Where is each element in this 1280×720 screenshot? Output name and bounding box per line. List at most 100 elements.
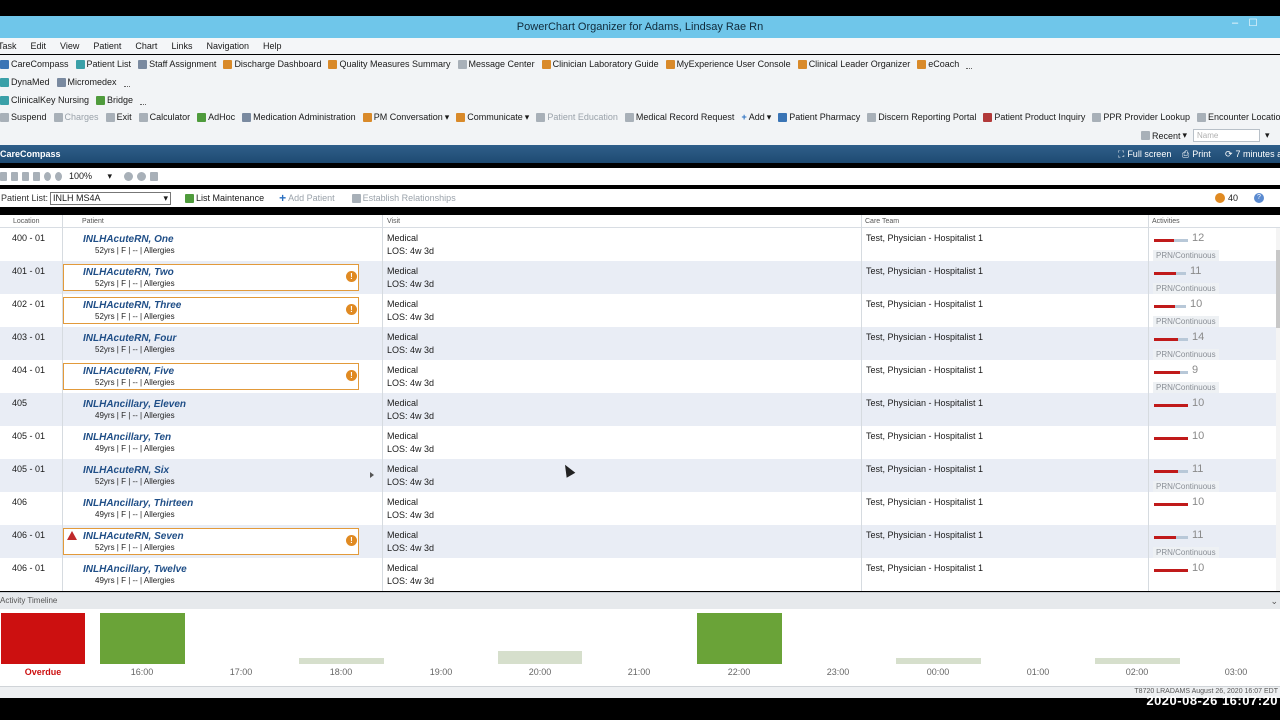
toolbar-overflow[interactable] bbox=[123, 77, 130, 87]
patient-name-link[interactable]: INLHAcuteRN, One bbox=[83, 234, 174, 245]
menu-edit[interactable]: Edit bbox=[31, 41, 47, 51]
alert-icon[interactable]: ! bbox=[346, 535, 357, 546]
refresh-button[interactable]: ⟳7 minutes ag bbox=[1225, 145, 1280, 163]
column-location[interactable]: Location bbox=[13, 218, 39, 225]
timeline-block[interactable] bbox=[896, 658, 981, 664]
patient-name-link[interactable]: INLHAcuteRN, Five bbox=[83, 366, 174, 377]
table-row[interactable]: 405 INLHAncillary, Eleven 49yrs | F | -- |… bbox=[0, 393, 1276, 426]
patient-name-link[interactable]: INLHAncillary, Twelve bbox=[83, 564, 187, 575]
page-icon[interactable] bbox=[11, 172, 18, 181]
recent-dropdown[interactable]: Recent ▾ bbox=[1141, 130, 1187, 141]
tb-product-inquiry[interactable]: Patient Product Inquiry bbox=[983, 112, 1085, 122]
tb-discharge-dashboard[interactable]: Discharge Dashboard bbox=[223, 59, 321, 69]
tb-exit[interactable]: Exit bbox=[105, 112, 132, 122]
tb-patient-list[interactable]: Patient List bbox=[75, 59, 131, 69]
maximize-button[interactable]: ☐ bbox=[1244, 16, 1262, 32]
activity-count[interactable]: 12 bbox=[1192, 232, 1204, 244]
toolbar-overflow[interactable] bbox=[140, 95, 147, 105]
zoom-out-icon[interactable] bbox=[55, 172, 62, 181]
patient-name-link[interactable]: INLHAncillary, Ten bbox=[83, 432, 171, 443]
tb-pm-conversation[interactable]: PM Conversation ▾ bbox=[362, 112, 449, 123]
patient-list-select[interactable]: INLH MS4A ▾ bbox=[50, 191, 172, 205]
grid-scrollbar-thumb[interactable] bbox=[1276, 250, 1280, 328]
activity-count[interactable]: 9 bbox=[1192, 364, 1198, 376]
chevron-down-icon[interactable]: ▾ bbox=[1265, 130, 1270, 141]
tb-myexperience[interactable]: MyExperience User Console bbox=[665, 59, 791, 69]
menu-chart[interactable]: Chart bbox=[135, 41, 157, 51]
tb-ppr-lookup[interactable]: PPR Provider Lookup bbox=[1092, 112, 1190, 122]
table-row[interactable]: 404 - 01 INLHAcuteRN, Five 52yrs | F | -- … bbox=[0, 360, 1276, 393]
collapse-icon[interactable]: ⌄ bbox=[1270, 596, 1278, 607]
activity-count[interactable]: 11 bbox=[1192, 463, 1203, 475]
tb-adhoc[interactable]: AdHoc bbox=[197, 112, 235, 122]
tb-medical-record-request[interactable]: Medical Record Request bbox=[624, 112, 734, 122]
timeline-block[interactable] bbox=[498, 651, 582, 664]
back-icon[interactable] bbox=[124, 172, 133, 181]
prn-continuous-label[interactable]: PRN/Continuous bbox=[1153, 250, 1219, 261]
patient-name-link[interactable]: INLHAcuteRN, Seven bbox=[83, 531, 184, 542]
table-row[interactable]: 406 - 01 INLHAcuteRN, Seven 52yrs | F | --… bbox=[0, 525, 1276, 558]
tb-message-center[interactable]: Message Center bbox=[457, 59, 535, 69]
table-row[interactable]: 401 - 01 INLHAcuteRN, Two 52yrs | F | -- |… bbox=[0, 261, 1276, 294]
table-row[interactable]: 405 - 01 INLHAcuteRN, Six 52yrs | F | -- |… bbox=[0, 459, 1276, 492]
name-search-input[interactable]: Name bbox=[1193, 129, 1260, 142]
patient-name-link[interactable]: INLHAcuteRN, Three bbox=[83, 300, 181, 311]
menu-patient[interactable]: Patient bbox=[93, 41, 121, 51]
minimize-button[interactable]: – bbox=[1226, 16, 1244, 32]
patient-name-link[interactable]: INLHAncillary, Eleven bbox=[83, 399, 186, 410]
tb-clinicalkey[interactable]: ClinicalKey Nursing bbox=[0, 95, 89, 105]
print-button[interactable]: ⎙ Print bbox=[1182, 145, 1211, 163]
prn-continuous-label[interactable]: PRN/Continuous bbox=[1153, 316, 1219, 327]
column-visit[interactable]: Visit bbox=[387, 218, 400, 225]
forward-icon[interactable] bbox=[137, 172, 146, 181]
activity-count[interactable]: 10 bbox=[1192, 562, 1204, 574]
menu-view[interactable]: View bbox=[60, 41, 79, 51]
menu-navigation[interactable]: Navigation bbox=[206, 41, 249, 51]
paste-icon[interactable] bbox=[33, 172, 40, 181]
tb-dynamed[interactable]: DynaMed bbox=[0, 77, 50, 87]
activity-count[interactable]: 14 bbox=[1192, 331, 1204, 343]
column-care-team[interactable]: Care Team bbox=[865, 218, 899, 225]
expand-arrow-icon[interactable] bbox=[370, 472, 374, 478]
menu-task[interactable]: Task bbox=[0, 41, 17, 51]
patient-name-link[interactable]: INLHAcuteRN, Six bbox=[83, 465, 169, 476]
prn-continuous-label[interactable]: PRN/Continuous bbox=[1153, 382, 1219, 393]
timeline-block[interactable] bbox=[697, 613, 782, 664]
tb-bridge[interactable]: Bridge bbox=[96, 95, 133, 105]
fullscreen-button[interactable]: ⛶ Full screen bbox=[1118, 145, 1171, 163]
tb-lab-guide[interactable]: Clinician Laboratory Guide bbox=[541, 59, 659, 69]
prn-continuous-label[interactable]: PRN/Continuous bbox=[1153, 349, 1219, 360]
activity-count[interactable]: 10 bbox=[1190, 298, 1202, 310]
table-row[interactable]: 405 - 01 INLHAncillary, Ten 49yrs | F | --… bbox=[0, 426, 1276, 459]
list-maintenance-button[interactable]: List Maintenance bbox=[185, 193, 264, 203]
prn-continuous-label[interactable]: PRN/Continuous bbox=[1153, 481, 1219, 492]
tb-discern-reporting[interactable]: Discern Reporting Portal bbox=[867, 112, 976, 122]
timeline-block[interactable] bbox=[1, 613, 85, 664]
table-row[interactable]: 403 - 01 INLHAcuteRN, Four 52yrs | F | -- … bbox=[0, 327, 1276, 360]
alert-icon[interactable]: ! bbox=[346, 370, 357, 381]
copy-icon[interactable] bbox=[22, 172, 29, 181]
tb-ecoach[interactable]: eCoach bbox=[917, 59, 959, 69]
table-row[interactable]: 406 INLHAncillary, Thirteen 49yrs | F | --… bbox=[0, 492, 1276, 525]
patient-name-link[interactable]: INLHAncillary, Thirteen bbox=[83, 498, 193, 509]
patient-name-link[interactable]: INLHAcuteRN, Two bbox=[83, 267, 174, 278]
timeline-block[interactable] bbox=[100, 613, 185, 664]
tb-calculator[interactable]: Calculator bbox=[138, 112, 190, 122]
activity-count[interactable]: 10 bbox=[1192, 496, 1204, 508]
table-row[interactable]: 402 - 01 INLHAcuteRN, Three 52yrs | F | --… bbox=[0, 294, 1276, 327]
column-patient[interactable]: Patient bbox=[82, 218, 104, 225]
column-activities[interactable]: Activities bbox=[1152, 218, 1180, 225]
zoom-select[interactable]: 100% ▾ bbox=[66, 170, 114, 183]
activity-count[interactable]: 11 bbox=[1190, 265, 1201, 277]
table-row[interactable]: 400 - 01 INLHAcuteRN, One 52yrs | F | -- |… bbox=[0, 228, 1276, 261]
binoculars-icon[interactable] bbox=[0, 172, 7, 181]
menu-help[interactable]: Help bbox=[263, 41, 282, 51]
patient-name-link[interactable]: INLHAcuteRN, Four bbox=[83, 333, 176, 344]
activity-count[interactable]: 10 bbox=[1192, 397, 1204, 409]
zoom-in-icon[interactable] bbox=[44, 172, 51, 181]
tb-staff-assignment[interactable]: Staff Assignment bbox=[138, 59, 216, 69]
table-row[interactable]: 406 - 01 INLHAncillary, Twelve 49yrs | F |… bbox=[0, 558, 1276, 591]
tb-clinical-leader[interactable]: Clinical Leader Organizer bbox=[797, 59, 910, 69]
tb-add[interactable]: + Add ▾ bbox=[741, 112, 771, 123]
tb-med-admin[interactable]: Medication Administration bbox=[242, 112, 356, 122]
